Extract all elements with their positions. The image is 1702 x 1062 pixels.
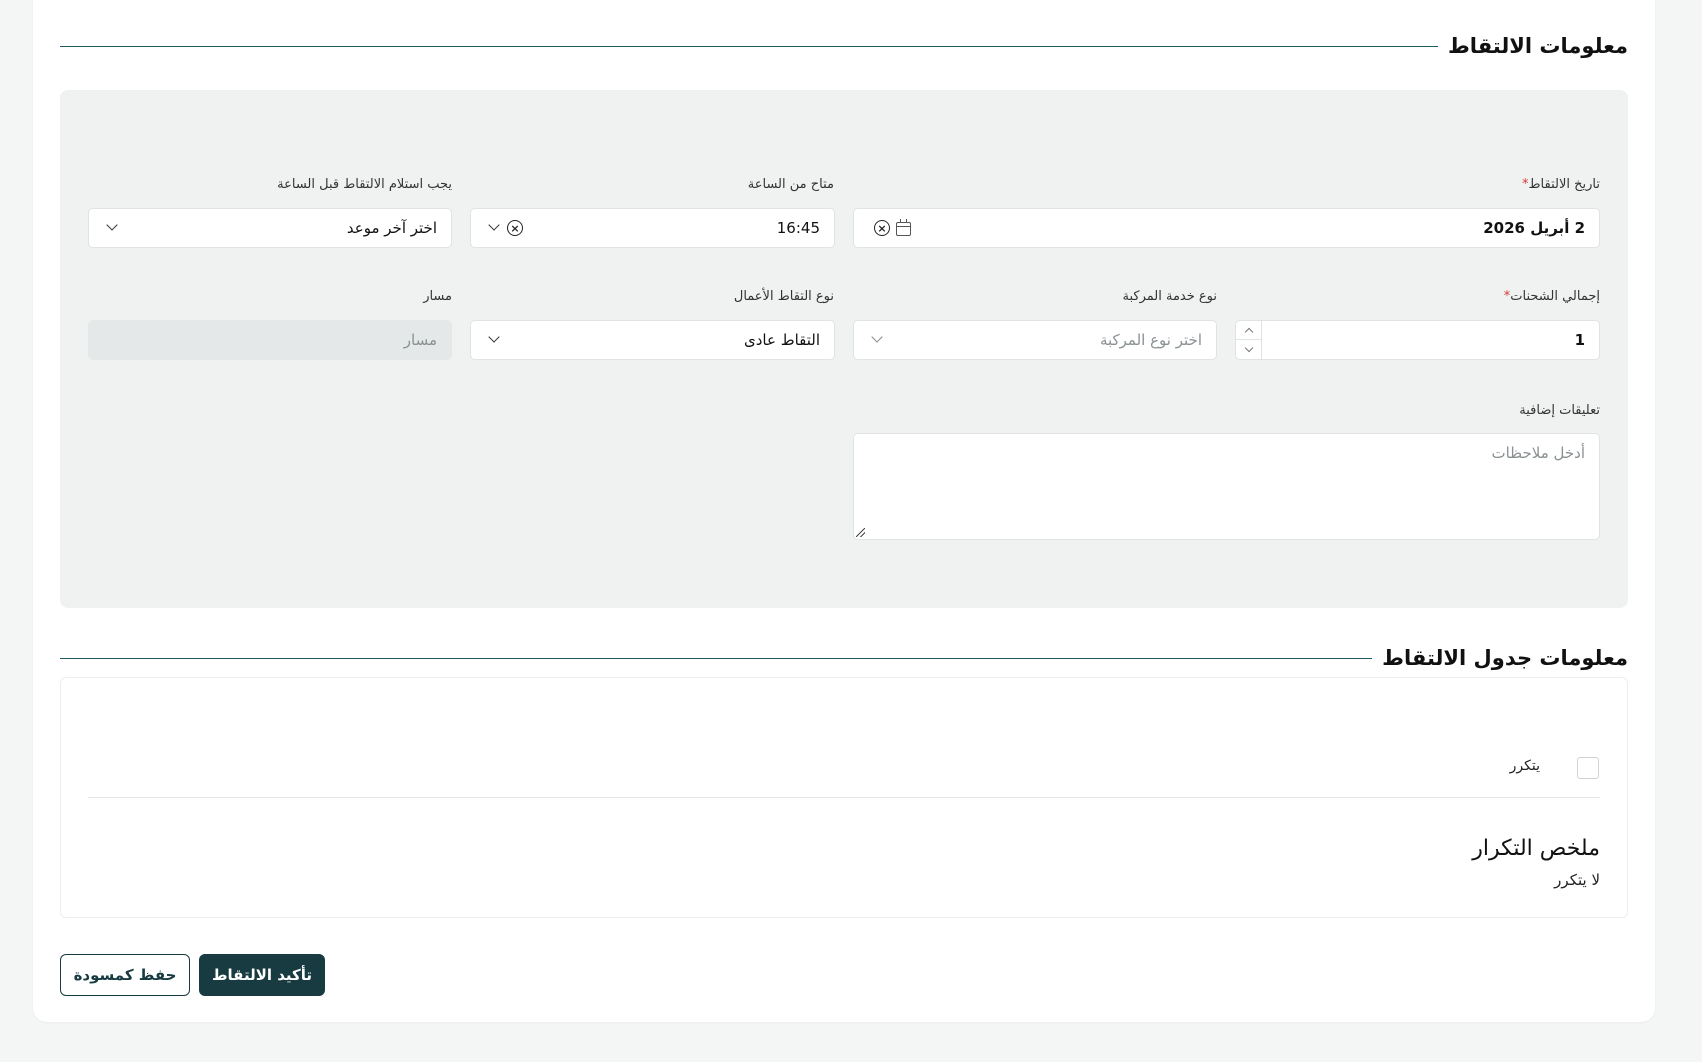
pickup-date-label: تاريخ الالتقاط* xyxy=(1522,177,1600,192)
must-pickup-before-select[interactable]: اختر آخر موعد xyxy=(88,208,452,248)
available-from-value: 16:45 xyxy=(776,219,820,237)
comments-label: تعليقات إضافية xyxy=(1519,403,1600,418)
available-from-field[interactable]: 16:45 × xyxy=(470,208,835,248)
recurring-checkbox[interactable] xyxy=(1577,757,1599,779)
decrement-button[interactable] xyxy=(1236,340,1261,359)
recurring-label: يتكرر xyxy=(1509,758,1540,774)
clear-icon[interactable]: × xyxy=(874,220,890,236)
chevron-down-icon xyxy=(1244,343,1253,353)
pickup-date-value: 2 أبريل 2026 xyxy=(1483,219,1585,237)
pickup-info-heading: معلومات الالتقاط xyxy=(60,31,1628,61)
total-shipments-label: إجمالي الشحنات* xyxy=(1503,289,1600,304)
calendar-icon[interactable] xyxy=(896,219,911,236)
route-label: مسار xyxy=(423,289,452,304)
comments-textarea[interactable]: أدخل ملاحظات xyxy=(853,433,1600,540)
business-pickup-type-value: التقاط عادى xyxy=(743,331,820,349)
recurrence-summary-text: لا يتكرر xyxy=(1554,871,1600,889)
must-pickup-before-label: يجب استلام الالتقاط قبل الساعة xyxy=(277,177,452,192)
business-pickup-type-select[interactable]: التقاط عادى xyxy=(470,320,835,360)
confirm-pickup-button[interactable]: تأكيد الالتقاط xyxy=(199,954,325,996)
total-shipments-value: 1 xyxy=(1574,331,1585,349)
vehicle-service-type-select[interactable]: اختر نوع المركبة xyxy=(853,320,1217,360)
route-placeholder: مسار xyxy=(403,331,437,349)
total-shipments-input[interactable]: 1 xyxy=(1235,320,1600,360)
comments-placeholder: أدخل ملاحظات xyxy=(1491,444,1585,462)
available-from-label: متاح من الساعة xyxy=(747,177,834,192)
heading-rule xyxy=(60,45,1438,47)
save-draft-button[interactable]: حفظ كمسودة xyxy=(60,954,190,996)
increment-button[interactable] xyxy=(1236,321,1261,340)
pickup-date-field[interactable]: 2 أبريل 2026 × xyxy=(853,208,1600,248)
vehicle-service-type-placeholder: اختر نوع المركبة xyxy=(1099,331,1202,349)
chevron-down-icon xyxy=(871,331,883,343)
vehicle-service-type-label: نوع خدمة المركبة xyxy=(1122,289,1218,304)
schedule-divider xyxy=(88,797,1600,798)
heading-rule xyxy=(60,657,1373,659)
chevron-down-icon xyxy=(106,219,118,231)
resize-handle-icon[interactable] xyxy=(856,528,865,537)
chevron-up-icon xyxy=(1244,327,1253,336)
pickup-info-title: معلومات الالتقاط xyxy=(1448,34,1628,58)
must-pickup-before-value: اختر آخر موعد xyxy=(346,219,437,237)
recurrence-summary-title: ملخص التكرار xyxy=(1472,836,1600,861)
chevron-down-icon xyxy=(488,331,500,343)
chevron-down-icon[interactable] xyxy=(488,219,500,231)
quantity-stepper[interactable] xyxy=(1236,321,1262,359)
clear-icon[interactable]: × xyxy=(507,220,523,236)
business-pickup-type-label: نوع التقاط الأعمال xyxy=(733,289,834,304)
schedule-info-title: معلومات جدول الالتقاط xyxy=(1382,646,1628,670)
route-input: مسار xyxy=(88,320,452,360)
schedule-info-heading: معلومات جدول الالتقاط xyxy=(60,643,1628,673)
